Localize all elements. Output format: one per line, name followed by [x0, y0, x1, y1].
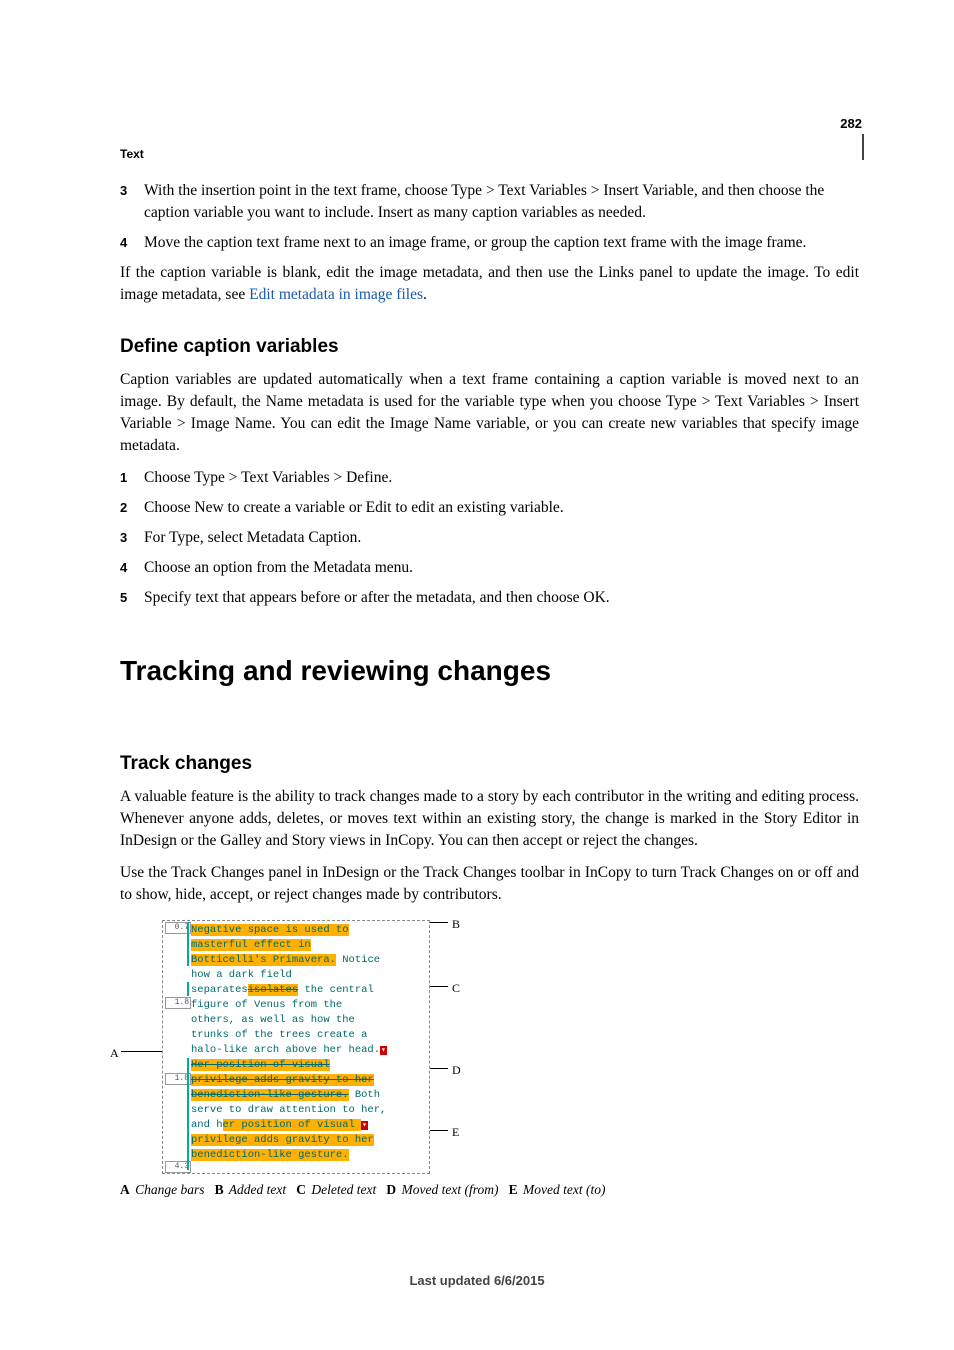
change-bar [187, 982, 189, 996]
list-text: Choose Type > Text Variables > Define. [144, 467, 859, 489]
move-marker-icon: ▾ [361, 1121, 368, 1130]
deleted-text: isolates [248, 984, 298, 996]
callout-label-c: C [452, 980, 460, 997]
caption-blank-paragraph: If the caption variable is blank, edit t… [120, 262, 859, 306]
figure-canvas: A B C D E 0.7 1.8 1.8 4.3 [130, 920, 470, 1174]
track-changes-figure: A B C D E 0.7 1.8 1.8 4.3 [120, 920, 859, 1199]
list-number: 3 [120, 180, 144, 224]
list-number: 3 [120, 527, 144, 549]
list-text: Choose New to create a variable or Edit … [144, 497, 859, 519]
tracking-and-reviewing-changes-heading: Tracking and reviewing changes [120, 651, 859, 691]
moved-text-from: Her position of visual [191, 1059, 330, 1071]
track-changes-paragraph-1: A valuable feature is the ability to tra… [120, 786, 859, 852]
change-bar [187, 922, 189, 966]
legend-text: Change bars [135, 1182, 204, 1197]
list-item: 1 Choose Type > Text Variables > Define. [120, 467, 859, 489]
list-text: Choose an option from the Metadata menu. [144, 557, 859, 579]
list-item: 4 Move the caption text frame next to an… [120, 232, 859, 254]
added-text: Botticelli's Primavera. [191, 954, 336, 966]
list-item: 3 For Type, select Metadata Caption. [120, 527, 859, 549]
paragraph-text-part: . [423, 286, 427, 303]
track-changes-paragraph-2: Use the Track Changes panel in InDesign … [120, 862, 859, 906]
list-number: 2 [120, 497, 144, 519]
story-text: serve to draw attention to her, [191, 1104, 386, 1116]
added-text: masterful effect in [191, 939, 311, 951]
list-item: 2 Choose New to create a variable or Edi… [120, 497, 859, 519]
story-editor-view: 0.7 1.8 1.8 4.3 Negative space is used t… [162, 920, 430, 1174]
depth-label: 1.8 [165, 997, 191, 1009]
story-text: trunks of the trees create a [191, 1029, 367, 1041]
list-number: 4 [120, 557, 144, 579]
moved-text-to: privilege adds gravity to her [191, 1134, 374, 1146]
story-text: halo-like arch above her head. [191, 1044, 380, 1056]
story-text: how a dark field [191, 969, 292, 981]
paragraph-text-part: If the caption variable is blank, edit t… [120, 264, 859, 303]
moved-text-from: privilege adds gravity to her [191, 1074, 374, 1086]
story-text: others, as well as how the [191, 1014, 355, 1026]
callout-label-a: A [110, 1045, 119, 1062]
callout-label-b: B [452, 916, 460, 933]
caption-frame-steps: 3 With the insertion point in the text f… [120, 180, 859, 254]
legend-key: B [215, 1182, 224, 1197]
story-text: figure of Venus from the [191, 999, 342, 1011]
moved-text-to: er position of visual [223, 1119, 362, 1131]
page-content: 3 With the insertion point in the text f… [120, 180, 859, 1199]
section-label: Text [120, 146, 144, 163]
added-text: Negative space is used to [191, 924, 349, 936]
story-text: the central [298, 984, 374, 996]
list-number: 5 [120, 587, 144, 609]
figure-legend: A Change bars B Added text C Deleted tex… [120, 1180, 859, 1199]
page-footer: Last updated 6/6/2015 [0, 1272, 954, 1290]
story-text: Both [349, 1089, 381, 1101]
define-caption-variables-heading: Define caption variables [120, 334, 859, 361]
story-text: Notice [336, 954, 380, 966]
legend-key: A [120, 1182, 130, 1197]
list-item: 4 Choose an option from the Metadata men… [120, 557, 859, 579]
page-number: 282 [840, 115, 862, 133]
list-text: With the insertion point in the text fra… [144, 180, 859, 224]
list-text: For Type, select Metadata Caption. [144, 527, 859, 549]
document-page: 282 Text 3 With the insertion point in t… [0, 0, 954, 1350]
move-marker-icon: ▾ [380, 1046, 387, 1055]
legend-text: Added text [229, 1182, 286, 1197]
legend-key: D [386, 1182, 396, 1197]
list-item: 5 Specify text that appears before or af… [120, 587, 859, 609]
change-bar [187, 1058, 189, 1170]
list-number: 1 [120, 467, 144, 489]
moved-text-to: benediction-like gesture. [191, 1149, 349, 1161]
legend-text: Moved text (from) [402, 1182, 499, 1197]
page-number-bar [862, 134, 864, 160]
legend-text: Deleted text [311, 1182, 376, 1197]
legend-key: C [296, 1182, 306, 1197]
list-number: 4 [120, 232, 144, 254]
list-text: Specify text that appears before or afte… [144, 587, 859, 609]
callout-label-d: D [452, 1062, 461, 1079]
story-text: separates [191, 984, 248, 996]
legend-key: E [509, 1182, 518, 1197]
edit-metadata-link[interactable]: Edit metadata in image files [249, 286, 423, 303]
callout-label-e: E [452, 1124, 459, 1141]
list-item: 3 With the insertion point in the text f… [120, 180, 859, 224]
define-caption-variables-steps: 1 Choose Type > Text Variables > Define.… [120, 467, 859, 609]
define-caption-variables-intro: Caption variables are updated automatica… [120, 369, 859, 457]
legend-text: Moved text (to) [523, 1182, 605, 1197]
story-text: and h [191, 1119, 223, 1131]
list-text: Move the caption text frame next to an i… [144, 232, 859, 254]
moved-text-from: benediction-like gesture. [191, 1089, 349, 1101]
track-changes-heading: Track changes [120, 751, 859, 778]
